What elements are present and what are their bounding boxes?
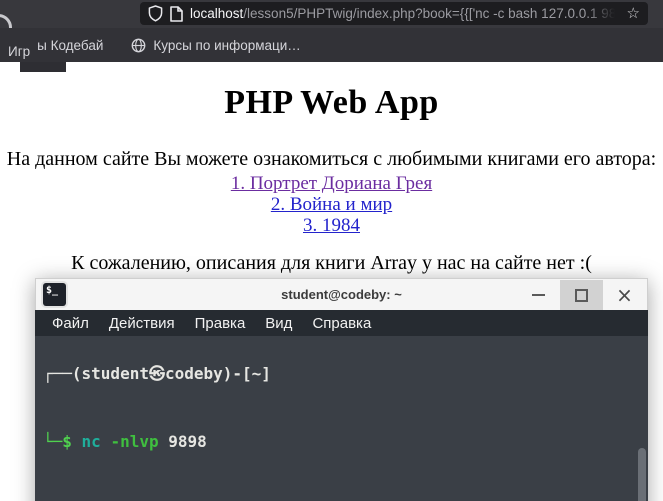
- bookmark-label-part: ы Кодебай: [37, 37, 104, 53]
- terminal-titlebar[interactable]: $_ student@codeby: ~ ×: [35, 278, 648, 310]
- terminal-line-clipped: ┌──(student㉿codeby)-[~]: [43, 364, 271, 383]
- terminal-window: $_ student@codeby: ~ × Файл Действия Пра…: [35, 278, 648, 501]
- menu-help[interactable]: Справка: [302, 315, 381, 332]
- menu-file[interactable]: Файл: [42, 315, 99, 332]
- bookmark-label-part: Игр: [8, 43, 31, 59]
- scrollbar-thumb[interactable]: [638, 448, 646, 501]
- screenshot-root: localhost/lesson5/PHPTwig/index.php?book…: [0, 0, 663, 501]
- minimize-button[interactable]: [517, 280, 560, 310]
- no-description-text: К сожалению, описания для книги Array у …: [71, 252, 592, 274]
- browser-toolbar: localhost/lesson5/PHPTwig/index.php?book…: [0, 0, 663, 41]
- shell-prompt: └─$: [43, 431, 72, 451]
- terminal-output[interactable]: ┌──(student㉿codeby)-[~] └─$ nc -nlvp 989…: [35, 336, 648, 501]
- command-flags: -nlvp: [110, 431, 159, 451]
- intro-text: На данном сайте Вы можете ознакомиться с…: [6, 148, 657, 170]
- bookmark-label: Курсы по информаци…: [153, 37, 301, 53]
- terminal-app-icon: $_: [43, 283, 66, 306]
- window-buttons: ×: [517, 280, 646, 310]
- link-book-2[interactable]: 2. Война и мир: [0, 194, 663, 215]
- bookmarks-bar: Игр ы Кодебай Курсы по информаци…: [0, 28, 663, 62]
- page-title: PHP Web App: [224, 84, 439, 121]
- link-book-1[interactable]: 1. Портрет Дориана Грея: [0, 173, 663, 194]
- url-bar[interactable]: localhost/lesson5/PHPTwig/index.php?book…: [140, 2, 648, 25]
- command-name: nc: [81, 431, 101, 451]
- url-path: /lesson5/PHPTwig/index.php?book={{['nc -…: [243, 6, 620, 21]
- web-page-content: PHP Web App На данном сайте Вы можете оз…: [0, 62, 663, 501]
- terminal-menubar: Файл Действия Правка Вид Справка: [35, 310, 648, 336]
- terminal-command-line: └─$ nc -nlvp 9898: [43, 431, 648, 454]
- shield-icon[interactable]: [148, 5, 163, 22]
- maximize-icon: [575, 288, 588, 302]
- bookmark-item-games[interactable]: Игр ы Кодебай: [8, 37, 104, 59]
- url-host: localhost: [190, 6, 244, 21]
- menu-actions[interactable]: Действия: [99, 315, 185, 332]
- page-info-icon[interactable]: [170, 5, 183, 22]
- render-artifact: [20, 62, 66, 72]
- globe-icon: [131, 38, 146, 52]
- minimize-icon: [532, 294, 545, 296]
- link-book-3[interactable]: 3. 1984: [0, 215, 663, 236]
- menu-view[interactable]: Вид: [255, 315, 302, 332]
- address-text[interactable]: localhost/lesson5/PHPTwig/index.php?book…: [190, 6, 620, 21]
- close-button[interactable]: ×: [603, 280, 646, 310]
- bookmark-star-icon[interactable]: ☆: [627, 6, 640, 21]
- bookmark-item-courses[interactable]: Курсы по информаци…: [131, 37, 301, 53]
- maximize-button[interactable]: [560, 280, 603, 310]
- command-arg: 9898: [168, 431, 207, 451]
- book-links: 1. Портрет Дориана Грея 2. Война и мир 3…: [0, 173, 663, 236]
- menu-edit[interactable]: Правка: [185, 315, 256, 332]
